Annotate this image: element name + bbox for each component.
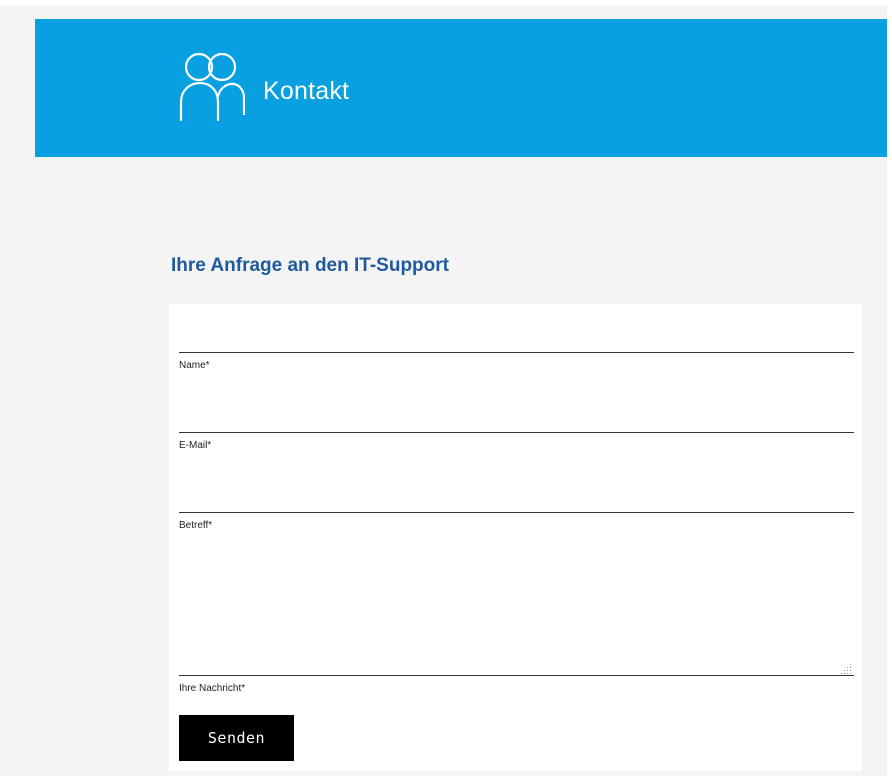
page-background: Kontakt Ihre Anfrage an den IT-Support N… — [0, 5, 887, 776]
email-field-group: E-Mail* — [179, 383, 854, 451]
message-textarea[interactable] — [179, 542, 854, 676]
email-input[interactable] — [179, 383, 854, 433]
email-label: E-Mail* — [179, 440, 212, 451]
left-gutter — [0, 5, 35, 776]
page-title: Kontakt — [263, 77, 350, 105]
subject-label: Betreff* — [179, 520, 213, 531]
subject-input[interactable] — [179, 463, 854, 513]
form-heading: Ihre Anfrage an den IT-Support — [171, 255, 449, 276]
name-label: Name* — [179, 360, 210, 371]
subject-field-group: Betreff* — [179, 463, 854, 531]
name-input[interactable] — [179, 304, 854, 353]
resize-grip-icon[interactable] — [840, 662, 852, 674]
people-group-icon — [179, 52, 245, 122]
name-field-group: Name* — [179, 304, 854, 371]
header-banner: Kontakt — [35, 19, 887, 157]
message-label: Ihre Nachricht* — [179, 683, 246, 694]
contact-form: Name* E-Mail* Betreff* Ihre Nachricht* S… — [169, 304, 862, 771]
message-field-group: Ihre Nachricht* — [179, 542, 854, 694]
send-button[interactable]: Senden — [179, 715, 294, 761]
